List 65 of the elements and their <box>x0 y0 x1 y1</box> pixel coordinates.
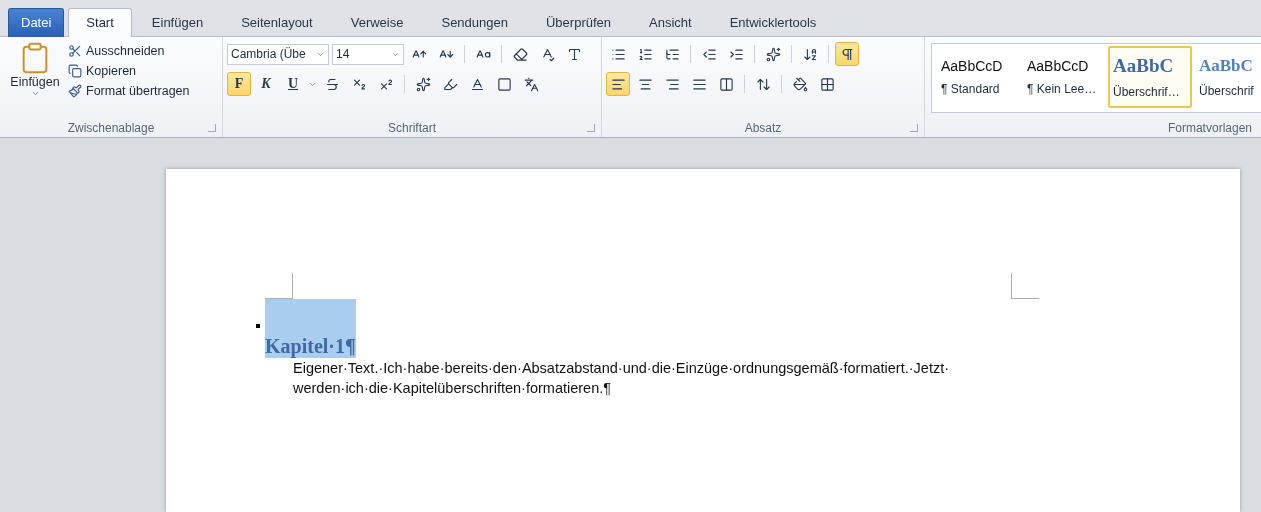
clipboard-action[interactable]: Kopieren <box>66 63 192 79</box>
borders-icon <box>819 76 835 92</box>
scissors-icon <box>68 44 82 58</box>
font-color-icon <box>469 76 485 92</box>
font-style-button[interactable]: K <box>254 72 278 96</box>
style-label: ¶ Standard <box>941 82 1001 96</box>
style-label: ¶ Kein Lee… <box>1027 82 1098 96</box>
ribbon-tab[interactable]: Überprüfen <box>528 8 630 37</box>
align-center-icon <box>637 76 653 92</box>
justify-icon <box>691 76 707 92</box>
style-label: Überschrif… <box>1113 85 1181 99</box>
font-style-button[interactable]: U <box>281 72 305 96</box>
strikethrough-icon <box>324 76 340 92</box>
group-label: Schriftart <box>388 121 436 135</box>
style-item[interactable]: AaBbC Überschrif <box>1194 46 1261 108</box>
show-marks-button[interactable] <box>835 42 859 66</box>
style-preview: AaBbC <box>1199 56 1254 76</box>
chapter-heading: Kapitel·1¶ <box>265 299 356 358</box>
file-tab[interactable]: Datei <box>8 8 65 37</box>
group-label: Zwischenablage <box>67 121 155 135</box>
margin-corner-mark <box>1011 273 1039 299</box>
ribbon-tab[interactable]: Einfügen <box>133 8 222 37</box>
body-text: werden·ich·die·Kapitelüberschriften·formatieren.¶ <box>293 379 613 398</box>
align-left-icon <box>610 76 626 92</box>
group-label: Absatz <box>744 121 782 135</box>
style-label: Überschrif <box>1199 84 1255 98</box>
paste-button[interactable]: Einfügen <box>4 41 66 119</box>
pilcrow-icon <box>839 46 855 62</box>
group-label: Formatvorlagen <box>1167 121 1252 135</box>
paint-bucket-icon <box>792 76 808 92</box>
multilevel-list-icon <box>664 46 680 62</box>
style-item[interactable]: AaBbC Überschrif… <box>1108 46 1192 108</box>
ribbon-tab[interactable]: Sendungen <box>423 8 526 37</box>
highlighter-icon <box>442 76 458 92</box>
keep-with-next-icon <box>256 324 260 328</box>
font-style-button[interactable]: F <box>227 72 251 96</box>
style-preview: AaBbCcD <box>1027 58 1090 74</box>
clear-format-icon <box>512 46 528 62</box>
sparkle-icon <box>765 46 781 62</box>
font-size-field[interactable]: 14 <box>332 43 404 65</box>
style-item[interactable]: AaBbCcD ¶ Kein Lee… <box>1022 46 1106 108</box>
font-name-field[interactable]: Cambria (Übe <box>227 43 329 65</box>
ribbon-tab[interactable]: Start <box>68 8 132 37</box>
style-preview: AaBbC <box>1113 55 1175 77</box>
caret-icon <box>30 89 40 98</box>
body-text: Eigener·Text.·Ich·habe·bereits·den·Absatzabstand·und·die·Einzüge·ordnungsgemäß·formatiert.·Jetzt· <box>293 359 951 378</box>
subscript-icon <box>351 76 367 92</box>
ribbon-tab[interactable]: Verweise <box>332 8 422 37</box>
sort-icon <box>802 46 818 62</box>
clipboard-action[interactable]: Format übertragen <box>66 83 192 99</box>
superscript-icon <box>378 76 394 92</box>
brush-icon <box>68 84 82 98</box>
bullets-icon <box>610 46 626 62</box>
ribbon-tab[interactable]: Seitenlayout <box>223 8 331 37</box>
style-item[interactable]: AaBbCcD ¶ Standard <box>936 46 1020 108</box>
copy-icon <box>68 64 82 78</box>
clipboard-action[interactable]: Ausschneiden <box>66 43 192 59</box>
align-right-icon <box>664 76 680 92</box>
numbering-icon <box>637 46 653 62</box>
decrease-indent-icon <box>701 46 717 62</box>
line-spacing-icon <box>755 76 771 92</box>
ribbon-tab[interactable]: Entwicklertools <box>711 8 835 37</box>
increase-indent-icon <box>728 46 744 62</box>
ribbon-tab[interactable]: Ansicht <box>631 8 710 37</box>
style-preview: AaBbCcD <box>941 58 1004 74</box>
